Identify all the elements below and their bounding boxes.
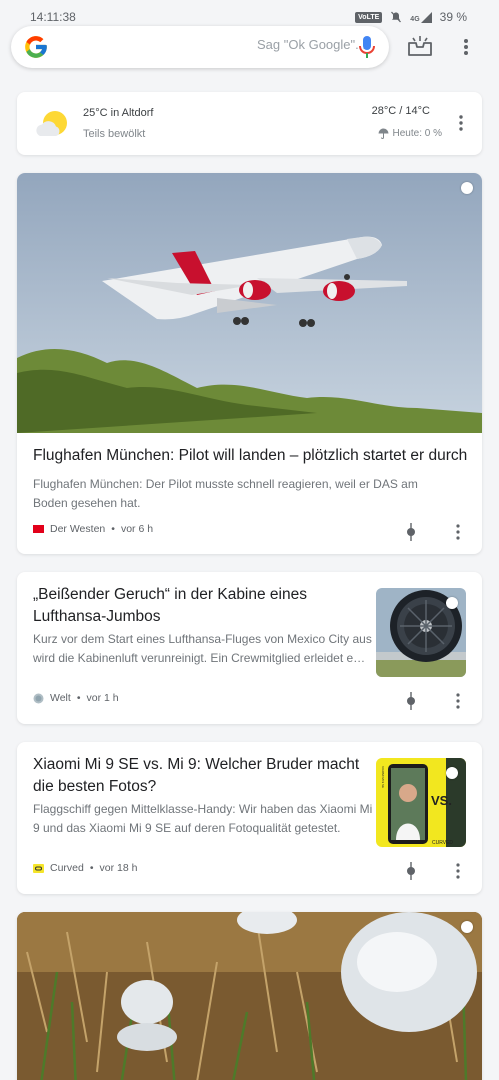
welt-globe-icon xyxy=(33,693,44,703)
weather-temp-location: 25°C in Altdorf xyxy=(83,107,154,119)
amp-badge-icon xyxy=(446,767,458,779)
follow-topic-icon[interactable] xyxy=(406,862,416,880)
partly-cloudy-icon xyxy=(36,111,67,136)
card-more-icon[interactable] xyxy=(454,524,462,540)
card-source: Der Westen • vor 6 h xyxy=(33,523,153,535)
status-time: 14:11:38 xyxy=(30,10,76,24)
card-snippet: Kurz vor dem Start eines Lufthansa-Fluge… xyxy=(33,632,372,665)
news-card-lufthansa[interactable]: „Beißender Geruch“ in der Kabine eines L… xyxy=(17,572,482,724)
umbrella-icon xyxy=(378,128,389,139)
mic-icon[interactable] xyxy=(357,34,377,60)
signal-icon: 4G xyxy=(410,11,432,23)
weather-more-icon[interactable] xyxy=(456,114,466,132)
more-options-icon[interactable] xyxy=(459,37,473,57)
google-logo-icon xyxy=(25,36,47,58)
updates-tray-icon[interactable] xyxy=(407,35,433,57)
separator: • xyxy=(111,523,115,535)
amp-badge-icon xyxy=(446,597,458,609)
news-card-hail[interactable] xyxy=(17,912,482,1080)
card-headline[interactable]: Xiaomi Mi 9 SE vs. Mi 9: Welcher Bruder … xyxy=(33,754,363,798)
thumb-brand-text: CURVED xyxy=(432,840,453,846)
source-name: Curved xyxy=(50,862,84,874)
curved-logo-icon xyxy=(33,863,44,873)
weather-card[interactable]: 25°C in Altdorf Teils bewölkt 28°C / 14°… xyxy=(17,92,482,155)
separator: • xyxy=(76,692,81,704)
card-more-icon[interactable] xyxy=(454,693,462,709)
card-source: Curved • vor 18 h xyxy=(33,862,138,874)
source-name: Welt xyxy=(50,692,71,704)
source-time: vor 1 h xyxy=(86,692,119,704)
hailstones-photo xyxy=(17,912,482,1080)
follow-topic-icon[interactable] xyxy=(406,692,416,710)
search-bar[interactable]: Sag "Ok Google"... xyxy=(11,26,389,68)
thumb-side-text: XIAOMI MI 9 SE xyxy=(381,766,385,788)
card-more-icon[interactable] xyxy=(454,863,462,879)
weather-temp-range: 28°C / 14°C xyxy=(371,105,430,117)
card-snippet: Flughafen München: Der Pilot musste schn… xyxy=(33,477,418,510)
card-source: Welt • vor 1 h xyxy=(33,692,119,704)
status-icons: VoLTE 4G 39 % xyxy=(355,10,467,24)
battery-level: 39 % xyxy=(439,10,467,24)
follow-topic-icon[interactable] xyxy=(406,523,416,541)
separator: • xyxy=(89,862,94,874)
mute-icon xyxy=(391,11,402,23)
thumb-vs-text: VS. xyxy=(431,793,452,808)
source-name: Der Westen xyxy=(50,523,106,535)
search-placeholder: Sag "Ok Google"... xyxy=(257,37,366,52)
airplane-photo xyxy=(17,173,482,433)
card-snippet: Flaggschiff gegen Mittelklasse-Handy: Wi… xyxy=(33,802,373,835)
source-time: vor 6 h xyxy=(120,523,154,535)
card-headline[interactable]: „Beißender Geruch“ in der Kabine eines L… xyxy=(33,584,363,628)
status-bar: 14:11:38 VoLTE 4G 39 % xyxy=(0,0,499,24)
weather-condition: Teils bewölkt xyxy=(83,128,146,140)
derwesten-logo-icon xyxy=(33,525,44,533)
weather-rain-chance: Heute: 0 % xyxy=(392,128,442,139)
news-card-flughafen[interactable]: Flughafen München: Pilot will landen – p… xyxy=(17,173,482,554)
source-time: vor 18 h xyxy=(99,862,138,874)
weather-rain: Heute: 0 % xyxy=(378,128,442,139)
card-headline[interactable]: Flughafen München: Pilot will landen – p… xyxy=(33,445,473,467)
volte-indicator: VoLTE xyxy=(355,11,383,23)
news-card-xiaomi[interactable]: Xiaomi Mi 9 SE vs. Mi 9: Welcher Bruder … xyxy=(17,742,482,894)
amp-badge-icon xyxy=(461,182,473,194)
amp-badge-icon xyxy=(461,921,473,933)
